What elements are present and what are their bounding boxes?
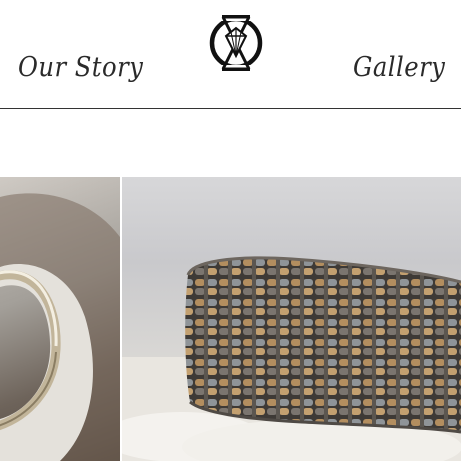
site-header: Our Story Gallery [0, 0, 461, 108]
silver-bangle-photo[interactable] [0, 177, 120, 461]
header-divider [0, 108, 461, 109]
nav-link-gallery[interactable]: Gallery [353, 52, 445, 83]
nav-link-our-story[interactable]: Our Story [18, 52, 143, 83]
gallery-strip [0, 177, 461, 461]
diamond-emblem-icon[interactable] [206, 12, 266, 74]
woven-metal-cuff-photo[interactable] [122, 177, 461, 461]
